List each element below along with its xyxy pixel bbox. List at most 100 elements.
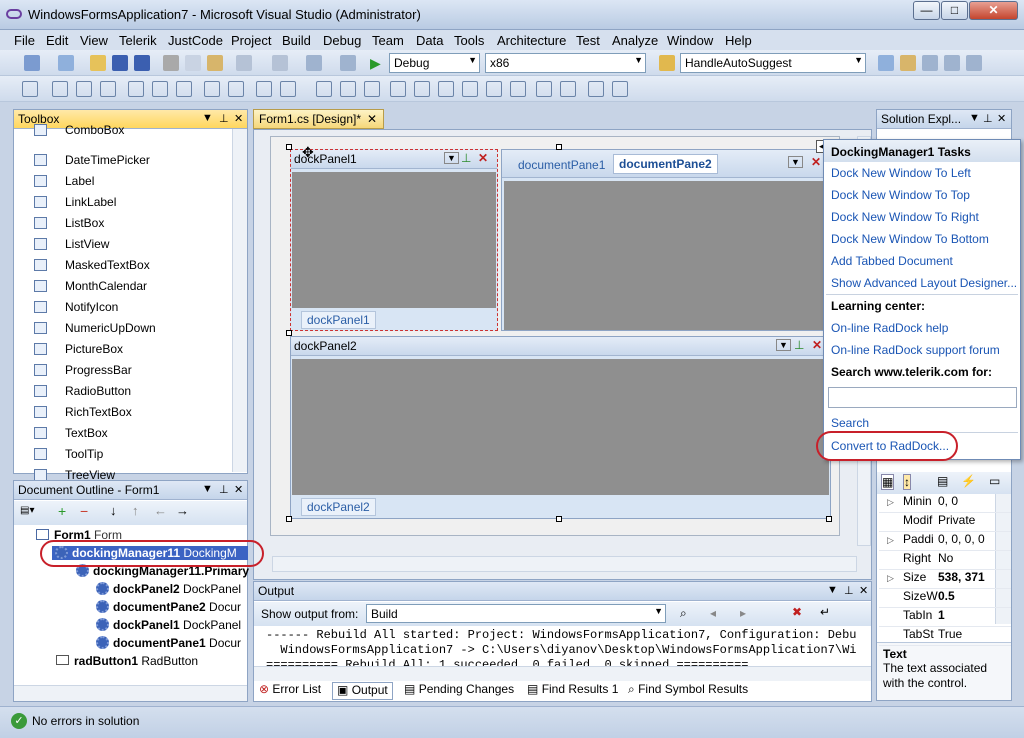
navigate-back-icon[interactable] <box>306 55 322 71</box>
toolbox-item[interactable]: PictureBox <box>65 342 123 356</box>
save-icon[interactable] <box>112 55 128 71</box>
property-row[interactable]: ▷ Size 538, 371 <box>879 570 1011 589</box>
toolbox-item[interactable]: ComboBox <box>65 123 124 137</box>
dock-bottom-link[interactable]: Dock New Window To Bottom <box>831 232 989 246</box>
lock-controls-icon[interactable] <box>612 81 628 97</box>
start-debugging-icon[interactable]: ▶ <box>370 55 386 71</box>
property-value[interactable]: 538, 371 <box>938 570 985 584</box>
dockpanel2-pin-icon[interactable]: ⊥ <box>794 338 804 352</box>
property-value[interactable]: True <box>938 627 962 641</box>
move-up-icon[interactable]: ↑ <box>132 503 139 518</box>
expand-icon[interactable]: ▷ <box>887 573 894 584</box>
selection-handle[interactable] <box>286 516 292 522</box>
redo-icon[interactable] <box>272 55 288 71</box>
toolbox-item[interactable]: DateTimePicker <box>65 153 150 167</box>
solution-platform-select[interactable]: x86 ▼ <box>485 53 646 73</box>
menu-project[interactable]: Project <box>231 33 271 48</box>
outline-dropdown-icon[interactable]: ▼ <box>202 483 213 495</box>
tab-output[interactable]: ▣ Output <box>332 682 393 700</box>
dock-right-link[interactable]: Dock New Window To Right <box>831 210 979 224</box>
solution-dropdown-icon[interactable]: ▼ <box>969 112 980 124</box>
toolbox-item[interactable]: ProgressBar <box>65 363 132 377</box>
outline-row-dockpanel1[interactable]: dockPanel1 DockPanel <box>96 618 241 632</box>
find-in-files-icon[interactable] <box>659 55 675 71</box>
property-row[interactable]: TabSt True <box>879 627 1011 646</box>
toolbox-scrollbar[interactable] <box>232 129 247 472</box>
menu-justcode[interactable]: JustCode <box>168 33 223 48</box>
dockpanel2-close-icon[interactable]: ✕ <box>812 338 822 352</box>
menu-window[interactable]: Window <box>667 33 713 48</box>
find-combo[interactable]: HandleAutoSuggest ▼ <box>680 53 866 73</box>
toolbox-close-icon[interactable]: ✕ <box>234 112 243 125</box>
open-folder-icon[interactable] <box>90 55 106 71</box>
property-value[interactable]: 0, 0 <box>938 494 958 508</box>
properties-icon[interactable] <box>900 55 916 71</box>
clear-all-icon[interactable]: ✖ <box>792 605 802 619</box>
expand-icon[interactable]: ▷ <box>887 497 894 508</box>
selection-handle[interactable] <box>556 516 562 522</box>
bring-to-front-icon[interactable] <box>536 81 552 97</box>
extension-manager-icon[interactable] <box>966 55 982 71</box>
toolbox-item[interactable]: MaskedTextBox <box>65 258 150 272</box>
solution-close-icon[interactable]: ✕ <box>997 112 1006 125</box>
center-vertically-icon[interactable] <box>510 81 526 97</box>
toolbox-item[interactable]: Label <box>65 174 94 188</box>
expand-icon[interactable]: ▷ <box>887 535 894 546</box>
make-same-width-icon[interactable] <box>204 81 220 97</box>
dockpanel2-menu-icon[interactable]: ▼ <box>776 339 791 351</box>
solution-explorer-icon[interactable] <box>878 55 894 71</box>
vertical-spacing-icon[interactable] <box>390 81 406 97</box>
close-button[interactable]: ✕ <box>969 1 1018 20</box>
output-hscrollbar[interactable] <box>254 666 871 681</box>
support-forum-link[interactable]: On-line RadDock support forum <box>831 343 1000 357</box>
horizontal-spacing-icon[interactable] <box>316 81 332 97</box>
collapse-all-icon[interactable]: − <box>80 503 88 519</box>
property-value[interactable]: No <box>938 551 953 565</box>
send-to-back-icon[interactable] <box>560 81 576 97</box>
go-to-previous-icon[interactable]: ◂ <box>710 606 716 620</box>
new-project-icon[interactable] <box>24 55 40 71</box>
toolbox-item[interactable]: ToolTip <box>65 447 103 461</box>
outline-close-icon[interactable]: ✕ <box>234 483 243 496</box>
increase-spacing-icon[interactable] <box>340 81 356 97</box>
property-value[interactable]: 0.5 <box>938 589 955 603</box>
toolbox-item[interactable]: NumericUpDown <box>65 321 156 335</box>
selection-handle[interactable] <box>286 330 292 336</box>
categorized-icon[interactable]: ▦ <box>881 474 895 490</box>
menu-file[interactable]: File <box>14 33 35 48</box>
output-text[interactable]: ------ Rebuild All started: Project: Win… <box>266 628 856 666</box>
word-wrap-icon[interactable]: ↵ <box>820 605 830 619</box>
toolbox-item[interactable]: LinkLabel <box>65 195 116 209</box>
align-to-grid-icon[interactable] <box>22 81 38 97</box>
outline-pin-icon[interactable]: ⊥ <box>219 483 229 496</box>
toolbox-item[interactable]: ListView <box>65 237 109 251</box>
search-telerik-input[interactable] <box>828 387 1017 408</box>
navigate-forward-icon[interactable] <box>340 55 356 71</box>
menu-build[interactable]: Build <box>282 33 311 48</box>
align-tops-icon[interactable] <box>128 81 144 97</box>
increase-vspacing-icon[interactable] <box>414 81 430 97</box>
align-rights-icon[interactable] <box>100 81 116 97</box>
add-tabbed-document-link[interactable]: Add Tabbed Document <box>831 254 953 268</box>
events-icon[interactable]: ⚡ <box>961 474 976 488</box>
property-value[interactable]: Private <box>938 513 975 527</box>
dockpanel1-menu-icon[interactable]: ▼ <box>444 152 459 164</box>
solution-pin-icon[interactable]: ⊥ <box>983 112 993 125</box>
dockpanel2-tab[interactable]: dockPanel2 <box>301 498 376 516</box>
toolbox-item[interactable]: ListBox <box>65 216 104 230</box>
make-same-height-icon[interactable] <box>256 81 272 97</box>
toolbox-dropdown-icon[interactable]: ▼ <box>202 112 213 124</box>
align-bottoms-icon[interactable] <box>176 81 192 97</box>
toolbox-item[interactable]: NotifyIcon <box>65 300 118 314</box>
selection-handle[interactable] <box>286 144 292 150</box>
move-in-icon[interactable]: → <box>176 503 189 518</box>
output-close-icon[interactable]: ✕ <box>859 584 868 597</box>
toolbox-item[interactable]: MonthCalendar <box>65 279 147 293</box>
toolbox-pin-icon[interactable]: ⊥ <box>219 112 229 125</box>
search-link[interactable]: Search <box>831 416 869 430</box>
outline-hscrollbar[interactable] <box>14 685 247 701</box>
solution-configuration-select[interactable]: Debug ▼ <box>389 53 480 73</box>
property-row[interactable]: ▷ Minin 0, 0 <box>879 494 1011 513</box>
output-dropdown-icon[interactable]: ▼ <box>827 584 838 596</box>
output-pin-icon[interactable]: ⊥ <box>844 584 854 597</box>
